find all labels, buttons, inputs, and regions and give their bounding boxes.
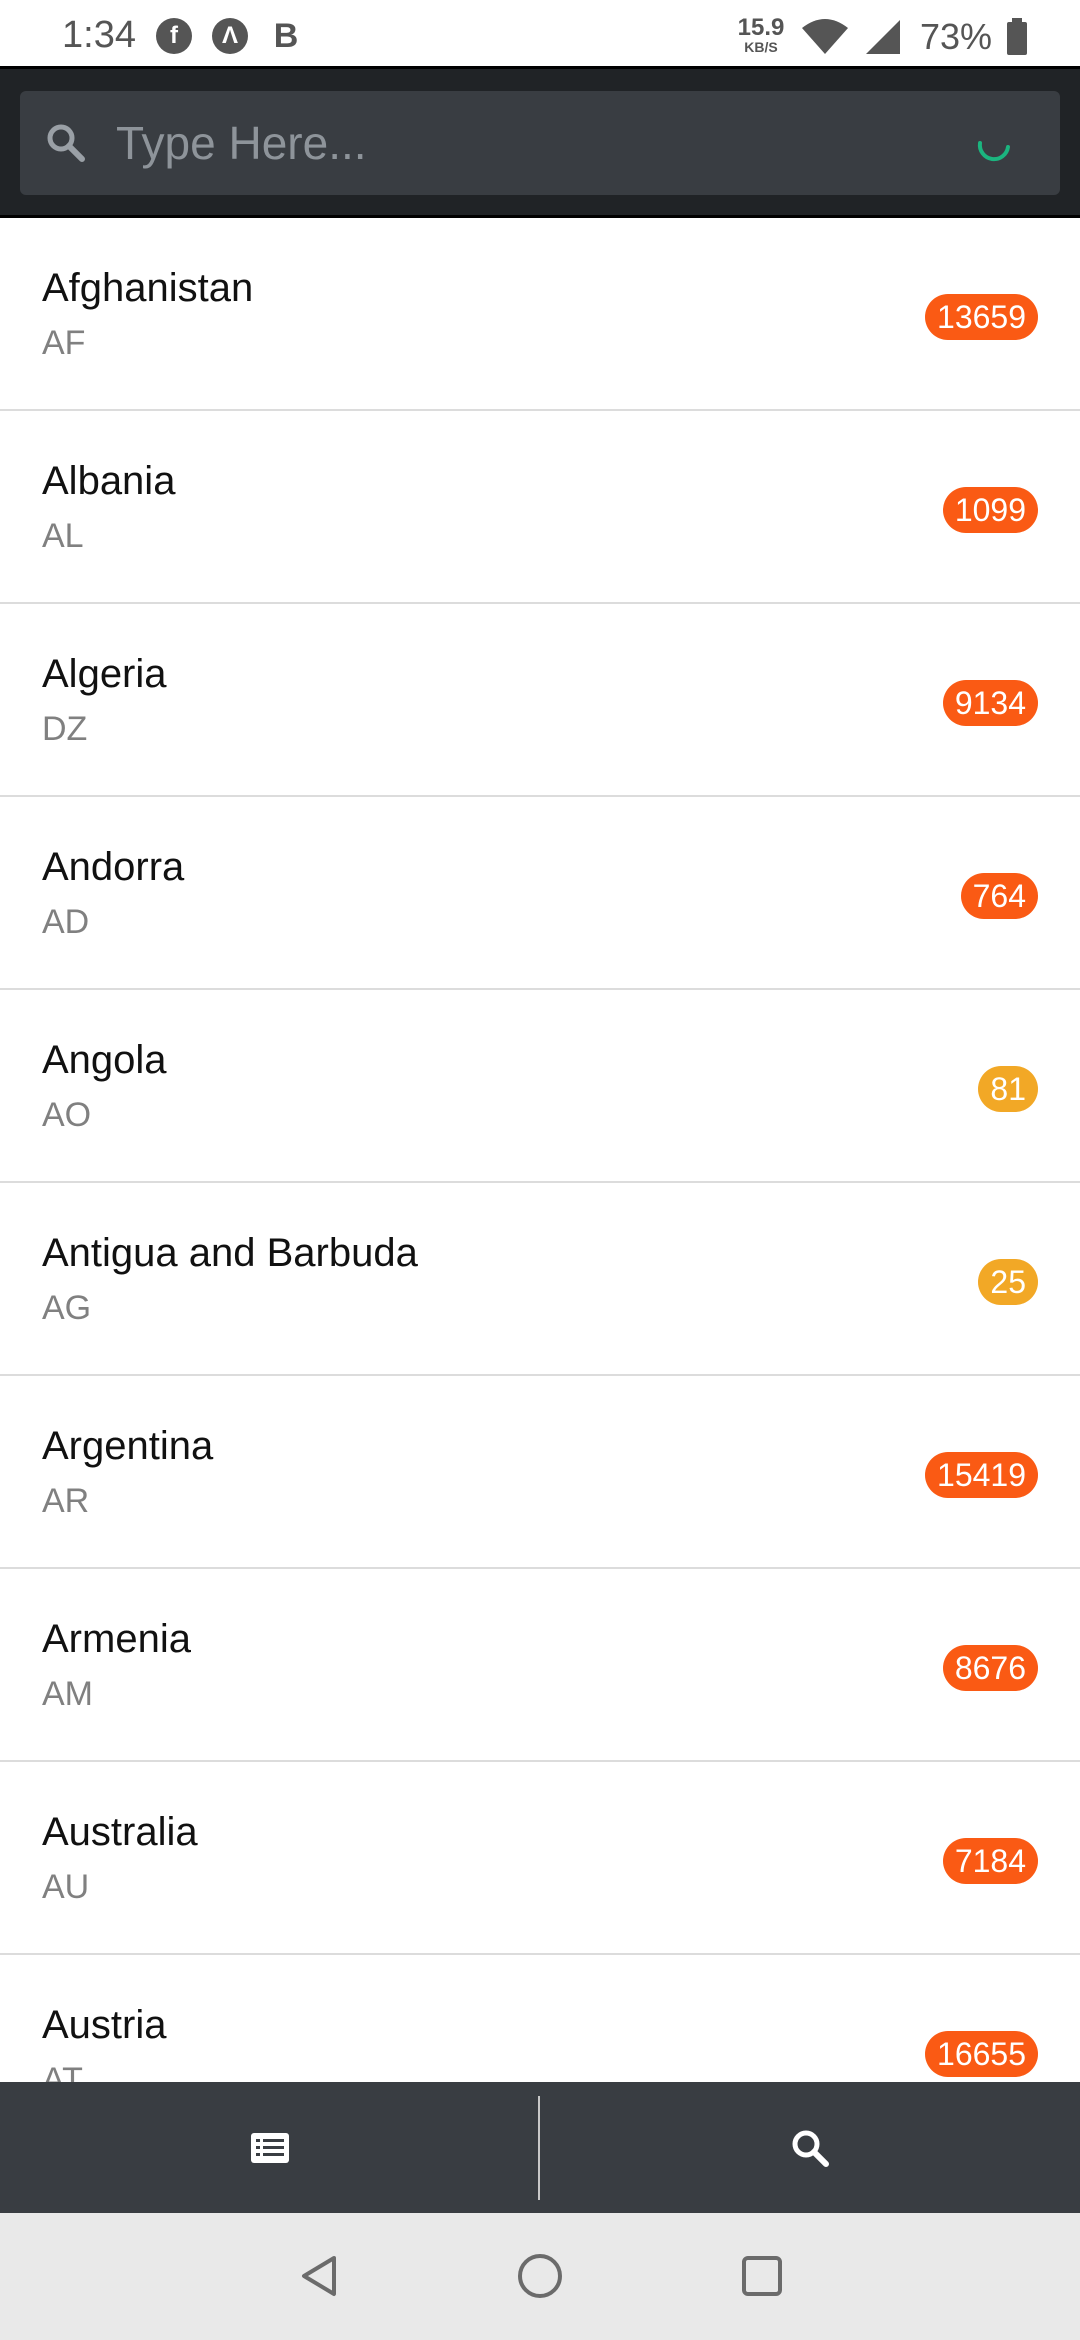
country-list-item[interactable]: Antigua and Barbuda AG 25 (0, 1183, 1080, 1376)
country-code: AD (42, 903, 90, 941)
status-time: 1:34 (62, 14, 136, 56)
back-button[interactable] (287, 2243, 353, 2309)
country-code: AO (42, 1096, 92, 1134)
count-badge: 8676 (942, 1645, 1038, 1691)
country-list-item[interactable]: Angola AO 81 (0, 990, 1080, 1183)
country-list-item[interactable]: Argentina AR 15419 (0, 1376, 1080, 1569)
country-name: Andorra (42, 845, 185, 889)
country-code: AF (42, 324, 86, 362)
count-badge: 9134 (942, 680, 1038, 726)
country-list-item[interactable]: Australia AU 7184 (0, 1762, 1080, 1955)
country-code: AL (42, 517, 84, 555)
recents-button[interactable] (729, 2243, 795, 2309)
bottom-tab-bar (0, 2082, 1080, 2213)
signal-icon (866, 20, 900, 54)
country-name: Argentina (42, 1424, 214, 1468)
back-icon (302, 2256, 336, 2296)
country-list-item[interactable]: Andorra AD 764 (0, 797, 1080, 990)
system-icons: 73% (800, 16, 1028, 58)
network-speed-unit: KB/S (744, 39, 778, 55)
status-bar: 1:34 f Λ B 15.9 KB/S 73% (0, 0, 1080, 66)
country-code: AR (42, 1482, 90, 1520)
search-icon (47, 124, 85, 162)
country-code: AM (42, 1675, 93, 1713)
country-code: AG (42, 1289, 92, 1327)
search-input[interactable] (116, 111, 916, 175)
home-button[interactable] (507, 2243, 573, 2309)
country-name: Antigua and Barbuda (42, 1231, 418, 1275)
country-name: Angola (42, 1038, 167, 1082)
country-list[interactable]: Afghanistan AF 13659 Albania AL 1099 Algeria DZ… (0, 218, 1080, 2082)
search-header (0, 66, 1080, 218)
country-name: Australia (42, 1810, 198, 1854)
country-name: Albania (42, 459, 176, 503)
country-list-item[interactable]: Albania AL 1099 (0, 411, 1080, 604)
network-speed-value: 15.9 (737, 14, 785, 41)
facebook-icon: f (156, 18, 192, 54)
country-name: Algeria (42, 652, 167, 696)
network-speed: 15.9 KB/S (735, 14, 787, 55)
country-code: DZ (42, 710, 88, 748)
country-list-item[interactable]: Armenia AM 8676 (0, 1569, 1080, 1762)
app-a-icon: Λ (212, 18, 248, 54)
list-icon (251, 2132, 289, 2163)
notification-icons: f Λ B (156, 18, 304, 54)
search-box (20, 91, 1060, 195)
count-badge: 25 (978, 1259, 1038, 1305)
count-badge: 16655 (925, 2031, 1038, 2077)
battery-percent: 73% (920, 16, 993, 57)
system-nav-bar (0, 2213, 1080, 2340)
country-list-item[interactable]: Algeria DZ 9134 (0, 604, 1080, 797)
count-badge: 15419 (925, 1452, 1038, 1498)
tab-list[interactable] (0, 2082, 540, 2213)
wifi-icon (802, 19, 848, 54)
count-badge: 764 (960, 873, 1038, 919)
count-badge: 81 (978, 1066, 1038, 1112)
b-icon: B (273, 17, 299, 55)
loading-spinner-icon (977, 141, 1010, 162)
country-list-item[interactable]: Austria AT 16655 (0, 1955, 1080, 2082)
count-badge: 13659 (925, 294, 1038, 340)
country-name: Armenia (42, 1617, 191, 1661)
home-icon (518, 2254, 562, 2298)
count-badge: 1099 (942, 487, 1038, 533)
search-icon (792, 2130, 829, 2167)
country-name: Afghanistan (42, 266, 254, 310)
recents-icon (742, 2256, 782, 2296)
country-code: AT (42, 2061, 83, 2082)
country-code: AU (42, 1868, 90, 1906)
battery-icon (1007, 18, 1028, 55)
country-list-item[interactable]: Afghanistan AF 13659 (0, 218, 1080, 411)
country-name: Austria (42, 2003, 167, 2047)
tab-search[interactable] (540, 2082, 1080, 2213)
count-badge: 7184 (942, 1838, 1038, 1884)
